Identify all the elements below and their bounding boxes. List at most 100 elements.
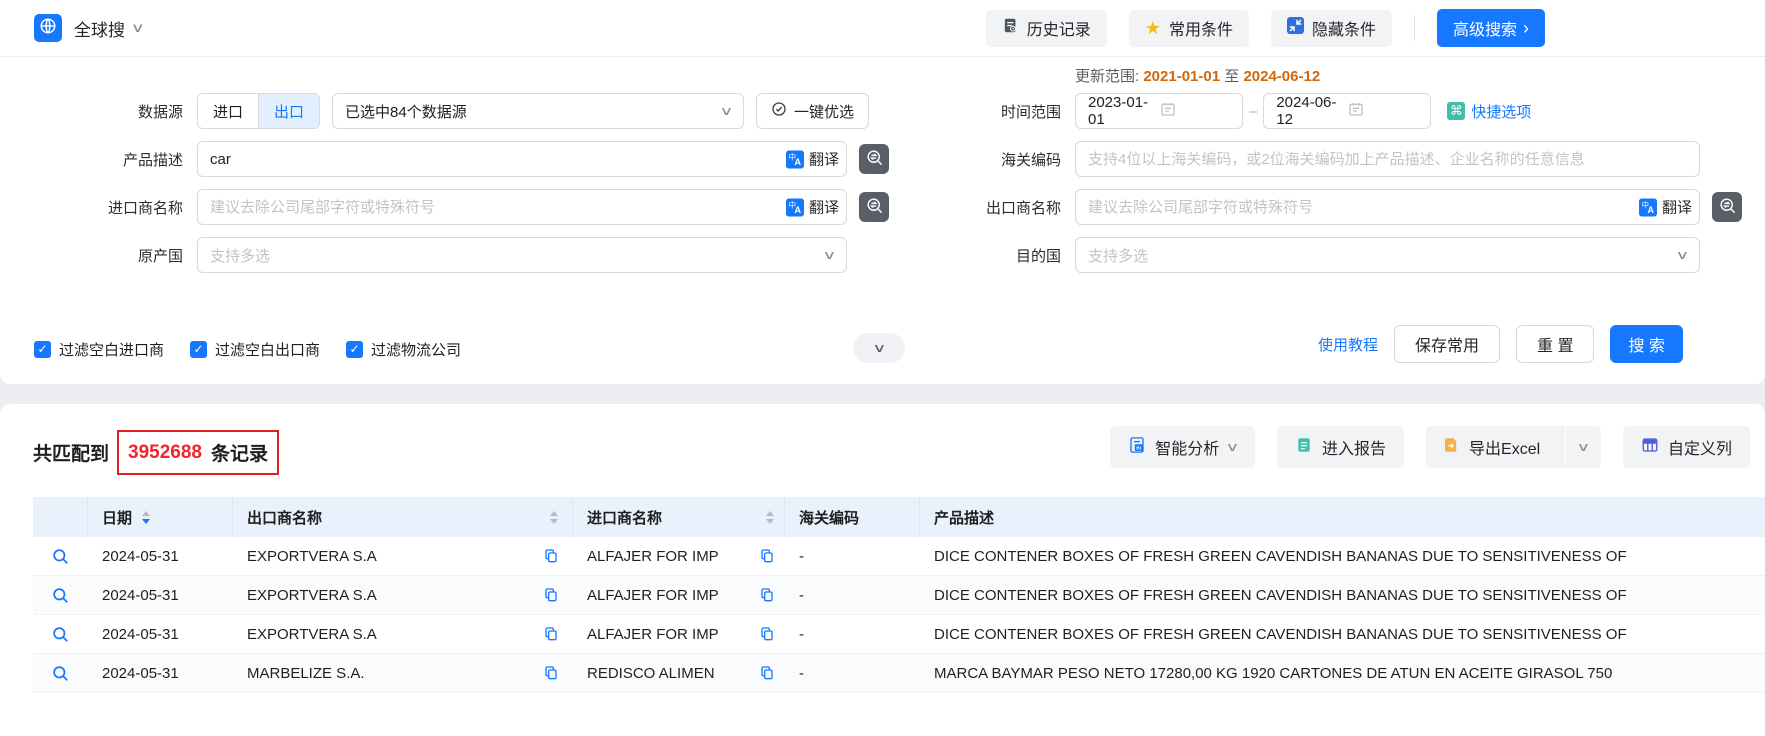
cell-hs-code: - [785, 548, 920, 565]
sort-icons[interactable] [550, 511, 558, 524]
quick-options-label: 快捷选项 [1471, 101, 1531, 122]
copy-icon[interactable] [543, 626, 559, 642]
summary-prefix: 共匹配到 [33, 439, 109, 466]
filter-blank-exporter-checkbox[interactable]: ✓ 过滤空白出口商 [190, 339, 320, 360]
importer-label: 进口商名称 [7, 197, 183, 218]
checkbox-checked-icon: ✓ [190, 341, 207, 358]
column-header-importer[interactable]: 进口商名称 [573, 497, 785, 537]
chevron-down-icon: ∨ [720, 104, 734, 118]
exporter-label: 出口商名称 [885, 197, 1061, 218]
translate-label: 翻译 [809, 197, 839, 218]
svg-text:A: A [794, 157, 801, 167]
exporter-input[interactable] [1075, 189, 1700, 225]
filter-logistics-checkbox[interactable]: ✓ 过滤物流公司 [346, 339, 461, 360]
calendar-icon [1160, 101, 1232, 121]
star-icon: ★ [1145, 19, 1161, 37]
results-table: 日期 出口商名称 进口商名称 海关编码 产品描述 2024-05-31 EXPO… [33, 497, 1765, 693]
collapse-form-button[interactable]: ∨ [853, 333, 905, 363]
sort-icons[interactable] [766, 511, 774, 524]
translate-button[interactable]: 中A 翻译 [1639, 197, 1692, 218]
dest-country-select[interactable]: 支持多选 ∨ [1075, 237, 1700, 273]
favorite-conditions-label: 常用条件 [1169, 16, 1233, 40]
copy-icon[interactable] [759, 548, 775, 564]
app-switcher-chevron-icon[interactable]: ∨ [131, 20, 145, 36]
columns-grid-icon [1641, 436, 1659, 459]
copy-icon[interactable] [543, 665, 559, 681]
column-header-product-desc: 产品描述 [920, 497, 1765, 537]
tab-import[interactable]: 进口 [198, 94, 258, 128]
translate-button[interactable]: 中A 翻译 [786, 197, 839, 218]
end-date-input[interactable]: 2024-06-12 [1263, 93, 1431, 129]
smart-analysis-label: 智能分析 [1155, 435, 1219, 459]
dest-country-placeholder: 支持多选 [1088, 245, 1678, 266]
translate-icon: 中A [1639, 198, 1657, 216]
column-header-exporter[interactable]: 出口商名称 [233, 497, 573, 537]
product-desc-input[interactable] [197, 141, 847, 177]
one-click-optimize-button[interactable]: 一键优选 [756, 93, 869, 129]
origin-country-select[interactable]: 支持多选 ∨ [197, 237, 847, 273]
filter-label: 过滤空白出口商 [215, 339, 320, 360]
smart-analysis-button[interactable]: BI 智能分析 ∨ [1110, 426, 1255, 468]
copy-icon[interactable] [759, 587, 775, 603]
cell-date: 2024-05-31 [88, 626, 233, 643]
filter-label: 过滤物流公司 [371, 339, 461, 360]
translate-icon: 中A [786, 198, 804, 216]
quick-options-link[interactable]: ⌘ 快捷选项 [1447, 101, 1531, 122]
cell-importer: ALFAJER FOR IMP [587, 587, 719, 604]
table-row: 2024-05-31 EXPORTVERA S.A ALFAJER FOR IM… [33, 537, 1765, 576]
row-search-button[interactable] [51, 586, 70, 605]
start-date-value: 2023-01-01 [1088, 94, 1160, 128]
chevron-down-icon: ∨ [823, 248, 837, 262]
origin-country-label: 原产国 [7, 245, 183, 266]
search-panel: 全球搜 ∨ 历史记录 ★ 常用条件 隐藏条件 高级搜索 [0, 0, 1765, 384]
data-source-select[interactable]: 已选中84个数据源 ∨ [332, 93, 744, 129]
cell-date: 2024-05-31 [88, 665, 233, 682]
copy-icon[interactable] [759, 665, 775, 681]
sort-icons[interactable] [142, 511, 150, 524]
advanced-search-button[interactable]: 高级搜索 › [1437, 9, 1545, 47]
enter-report-button[interactable]: 进入报告 [1277, 426, 1404, 468]
column-header-label: 日期 [102, 507, 132, 528]
product-desc-row: 产品描述 中A 翻译 [7, 141, 889, 177]
copy-icon[interactable] [543, 587, 559, 603]
product-desc-label: 产品描述 [7, 149, 183, 170]
header-divider [1414, 15, 1415, 41]
hs-code-input[interactable] [1075, 141, 1700, 177]
hide-conditions-button[interactable]: 隐藏条件 [1271, 10, 1392, 47]
svg-text:A: A [1647, 205, 1654, 215]
search-form: 更新范围: 2021-01-01 至 2024-06-12 数据源 进口 出口 … [0, 57, 1765, 383]
data-source-label: 数据源 [7, 101, 183, 122]
origin-country-row: 原产国 支持多选 ∨ [7, 237, 847, 273]
column-header-date[interactable]: 日期 [88, 497, 233, 537]
copy-icon[interactable] [543, 548, 559, 564]
translate-button[interactable]: 中A 翻译 [786, 149, 839, 170]
filter-blank-importer-checkbox[interactable]: ✓ 过滤空白进口商 [34, 339, 164, 360]
export-excel-icon [1442, 436, 1460, 459]
filter-checkboxes: ✓ 过滤空白进口商 ✓ 过滤空白出口商 ✓ 过滤物流公司 [34, 331, 461, 367]
history-button[interactable]: 历史记录 [986, 10, 1107, 47]
cell-hs-code: - [785, 587, 920, 604]
row-search-button[interactable] [51, 625, 70, 644]
row-search-button[interactable] [51, 664, 70, 683]
search-button[interactable]: 搜 索 [1610, 325, 1682, 363]
translate-label: 翻译 [1662, 197, 1692, 218]
export-options-button[interactable]: ∨ [1565, 426, 1601, 468]
table-header: 日期 出口商名称 进口商名称 海关编码 产品描述 [33, 497, 1765, 537]
tab-export[interactable]: 出口 [258, 94, 319, 128]
start-date-input[interactable]: 2023-01-01 [1075, 93, 1243, 129]
export-excel-button[interactable]: 导出Excel [1426, 426, 1556, 468]
importer-input[interactable] [197, 189, 847, 225]
record-count: 3952688 [128, 442, 202, 464]
copy-icon[interactable] [759, 626, 775, 642]
fuzzy-search-toggle[interactable] [1712, 192, 1742, 222]
save-common-button[interactable]: 保存常用 [1394, 325, 1500, 363]
custom-columns-button[interactable]: 自定义列 [1623, 426, 1750, 468]
row-search-button[interactable] [51, 547, 70, 566]
chevron-down-icon: ∨ [872, 341, 886, 355]
trade-direction-tabs: 进口 出口 [197, 93, 320, 129]
favorite-conditions-button[interactable]: ★ 常用条件 [1129, 10, 1249, 47]
reset-button[interactable]: 重 置 [1516, 325, 1594, 363]
header-actions: 历史记录 ★ 常用条件 隐藏条件 高级搜索 › [986, 9, 1545, 47]
tutorial-link[interactable]: 使用教程 [1318, 334, 1378, 355]
svg-text:BI: BI [1136, 445, 1142, 451]
